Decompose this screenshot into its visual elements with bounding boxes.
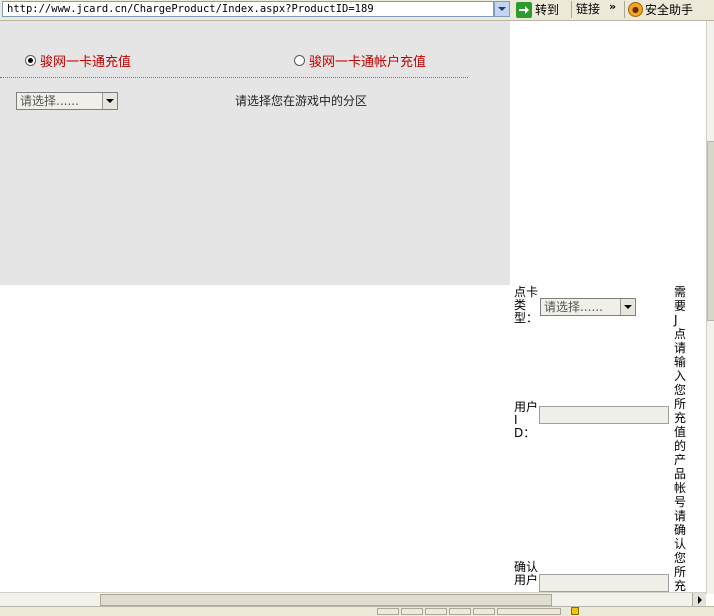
links-button[interactable]: 链接 — [576, 0, 600, 19]
zone-hint: 请选择您在游戏中的分区 — [235, 94, 368, 108]
radio-card-recharge[interactable]: 骏网一卡通充值 — [25, 51, 131, 70]
radio-card-label: 骏网一卡通充值 — [40, 55, 132, 70]
status-pane — [497, 608, 561, 615]
card-type-label: 点卡类型： — [514, 285, 539, 325]
vertical-scroll-thumb[interactable] — [707, 141, 714, 321]
chevron-down-icon — [106, 99, 114, 103]
security-helper-button[interactable]: ● 安全助手 — [628, 0, 693, 19]
chevron-down-icon — [498, 7, 506, 11]
card-type-value: 请选择...... — [544, 300, 603, 314]
radio-button[interactable] — [25, 55, 36, 66]
url-history-dropdown[interactable] — [494, 1, 510, 17]
toolbar-separator — [571, 1, 572, 18]
zone-select[interactable]: 请选择...... — [16, 92, 118, 110]
status-pane — [473, 608, 495, 615]
user-id-input[interactable] — [539, 406, 669, 424]
go-label: 转到 — [535, 3, 560, 17]
card-type-select[interactable]: 请选择...... — [540, 298, 636, 316]
radio-account-label: 骏网一卡通帐户充值 — [309, 55, 427, 70]
status-pane — [449, 608, 471, 615]
status-pane — [401, 608, 423, 615]
url-input[interactable]: http://www.jcard.cn/ChargeProduct/Index.… — [2, 1, 494, 17]
more-chevron-icon[interactable]: » — [609, 0, 616, 14]
chevron-down-icon — [624, 305, 632, 309]
user-id-label: 用户ID： — [514, 400, 539, 440]
dropdown-button[interactable] — [620, 299, 635, 315]
confirm-user-label: 确认用户 — [514, 560, 539, 587]
go-button[interactable]: 转到 — [516, 0, 568, 19]
zone-icon — [571, 607, 579, 615]
dropdown-button[interactable] — [102, 93, 117, 109]
horizontal-scrollbar[interactable] — [0, 592, 706, 607]
radio-button[interactable] — [294, 55, 305, 66]
side-hint-text: 需要J点请输入您所充值的产品帐号请确认您所充值 — [674, 285, 687, 607]
address-bar: http://www.jcard.cn/ChargeProduct/Index.… — [0, 0, 714, 21]
vertical-scrollbar[interactable] — [706, 21, 714, 594]
divider — [0, 77, 468, 78]
security-helper-label: 安全助手 — [645, 3, 694, 17]
recharge-panel: 骏网一卡通充值 骏网一卡通帐户充值 请选择...... 请选择您在游戏中的分区 — [0, 21, 510, 285]
status-pane — [425, 608, 447, 615]
radio-account-recharge[interactable]: 骏网一卡通帐户充值 — [294, 51, 426, 70]
toolbar-separator — [624, 1, 625, 18]
go-arrow-icon — [516, 1, 532, 18]
confirm-user-input[interactable] — [539, 574, 669, 592]
chevron-right-icon — [697, 596, 702, 604]
status-pane — [377, 608, 399, 615]
scroll-right-button[interactable] — [692, 593, 706, 607]
zone-select-value: 请选择...... — [20, 94, 79, 108]
tiger-shield-icon: ● — [628, 2, 643, 17]
horizontal-scroll-thumb[interactable] — [100, 594, 552, 606]
